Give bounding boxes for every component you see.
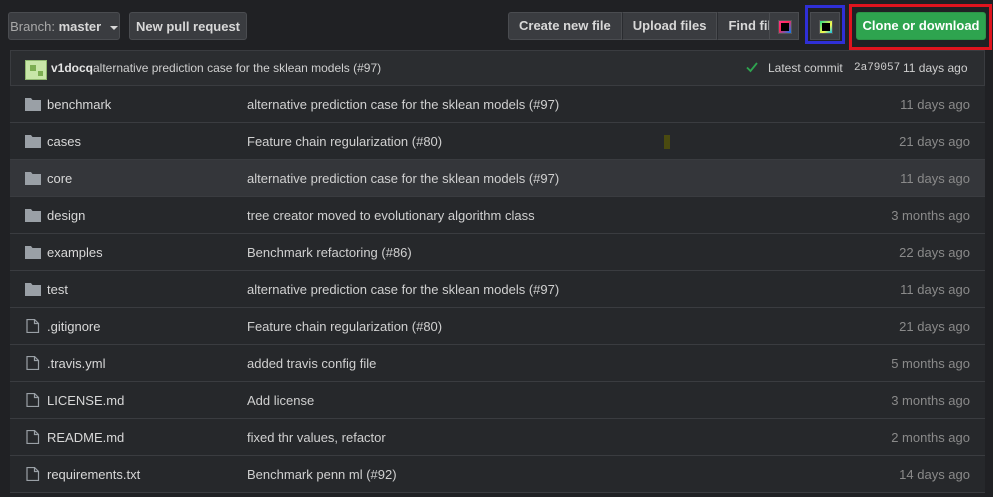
- upload-files-button[interactable]: Upload files: [621, 12, 718, 40]
- table-row[interactable]: examples Benchmark refactoring (#86) 22 …: [10, 234, 985, 271]
- commit-message[interactable]: alternative prediction case for the skle…: [93, 61, 381, 75]
- avatar[interactable]: [25, 60, 47, 80]
- commit-age: 3 months ago: [891, 208, 970, 223]
- folder-icon: [25, 246, 41, 259]
- commit-message[interactable]: fixed thr values, refactor: [247, 430, 386, 445]
- commit-age: 3 months ago: [891, 393, 970, 408]
- commit-age: 21 days ago: [899, 319, 970, 334]
- repo-toolbar: Branch: master New pull request Create n…: [0, 0, 993, 50]
- commit-message[interactable]: alternative prediction case for the skle…: [247, 97, 559, 112]
- highlight-box-blue: [805, 5, 845, 44]
- chevron-down-icon: [109, 25, 118, 30]
- clone-or-download-button[interactable]: Clone or download: [856, 12, 986, 40]
- cursor-marker: [664, 135, 670, 149]
- file-name[interactable]: README.md: [47, 430, 124, 445]
- commit-age: 21 days ago: [899, 134, 970, 149]
- file-icon: [26, 319, 40, 333]
- folder-icon: [25, 283, 41, 296]
- file-name[interactable]: design: [47, 208, 85, 223]
- file-actions-group: Create new file Upload files Find file: [508, 12, 790, 40]
- file-name[interactable]: test: [47, 282, 68, 297]
- branch-name: master: [58, 19, 102, 34]
- commit-message[interactable]: Benchmark refactoring (#86): [247, 245, 412, 260]
- file-name[interactable]: benchmark: [47, 97, 111, 112]
- file-name[interactable]: LICENSE.md: [47, 393, 124, 408]
- commit-sha[interactable]: 2a79057: [854, 62, 900, 74]
- commit-age: 11 days ago: [900, 282, 970, 297]
- table-row[interactable]: design tree creator moved to evolutionar…: [10, 197, 985, 234]
- file-icon: [26, 467, 40, 481]
- latest-commit-bar: v1docq alternative prediction case for t…: [10, 50, 985, 86]
- table-row[interactable]: test alternative prediction case for the…: [10, 271, 985, 308]
- new-pull-request-button[interactable]: New pull request: [129, 12, 247, 40]
- file-name[interactable]: .travis.yml: [47, 356, 106, 371]
- intellij-idea-icon: [778, 20, 792, 34]
- table-row[interactable]: README.md fixed thr values, refactor 2 m…: [10, 419, 985, 456]
- file-icon: [26, 393, 40, 407]
- commit-message[interactable]: Benchmark penn ml (#92): [247, 467, 397, 482]
- branch-label: Branch:: [10, 19, 55, 34]
- table-row[interactable]: core alternative prediction case for the…: [10, 160, 985, 197]
- commit-age: 11 days ago: [900, 171, 970, 186]
- table-row[interactable]: requirements.txt Benchmark penn ml (#92)…: [10, 456, 985, 493]
- table-row[interactable]: cases Feature chain regularization (#80)…: [10, 123, 985, 160]
- file-name[interactable]: examples: [47, 245, 103, 260]
- commit-message[interactable]: Add license: [247, 393, 314, 408]
- table-row[interactable]: .travis.yml added travis config file 5 m…: [10, 345, 985, 382]
- commit-age: 14 days ago: [899, 467, 970, 482]
- file-name[interactable]: .gitignore: [47, 319, 100, 334]
- commit-message[interactable]: Feature chain regularization (#80): [247, 319, 442, 334]
- commit-age: 5 months ago: [891, 356, 970, 371]
- folder-icon: [25, 98, 41, 111]
- folder-icon: [25, 209, 41, 222]
- branch-select-button[interactable]: Branch: master: [8, 12, 120, 40]
- table-row[interactable]: .gitignore Feature chain regularization …: [10, 308, 985, 345]
- file-name[interactable]: requirements.txt: [47, 467, 140, 482]
- commit-age: 2 months ago: [891, 430, 970, 445]
- open-in-intellij-button[interactable]: [769, 12, 799, 40]
- folder-icon: [25, 172, 41, 185]
- commit-message[interactable]: Feature chain regularization (#80): [247, 134, 442, 149]
- check-icon: [746, 62, 758, 73]
- file-list: benchmark alternative prediction case fo…: [10, 86, 985, 493]
- commit-age: 11 days ago: [903, 61, 968, 75]
- create-new-file-button[interactable]: Create new file: [508, 12, 622, 40]
- table-row[interactable]: benchmark alternative prediction case fo…: [10, 86, 985, 123]
- commit-message[interactable]: added travis config file: [247, 356, 376, 371]
- folder-icon: [25, 135, 41, 148]
- commit-message[interactable]: tree creator moved to evolutionary algor…: [247, 208, 535, 223]
- clone-or-download-label: Clone or download: [862, 18, 980, 33]
- commit-author[interactable]: v1docq: [51, 61, 93, 75]
- file-icon: [26, 430, 40, 444]
- commit-message[interactable]: alternative prediction case for the skle…: [247, 282, 559, 297]
- commit-age: 22 days ago: [899, 245, 970, 260]
- file-icon: [26, 356, 40, 370]
- commit-age: 11 days ago: [900, 97, 970, 112]
- new-pull-request-label: New pull request: [135, 19, 241, 34]
- commit-message[interactable]: alternative prediction case for the skle…: [247, 171, 559, 186]
- table-row[interactable]: LICENSE.md Add license 3 months ago: [10, 382, 985, 419]
- latest-commit-label: Latest commit: [768, 61, 843, 75]
- file-name[interactable]: core: [47, 171, 72, 186]
- file-name[interactable]: cases: [47, 134, 81, 149]
